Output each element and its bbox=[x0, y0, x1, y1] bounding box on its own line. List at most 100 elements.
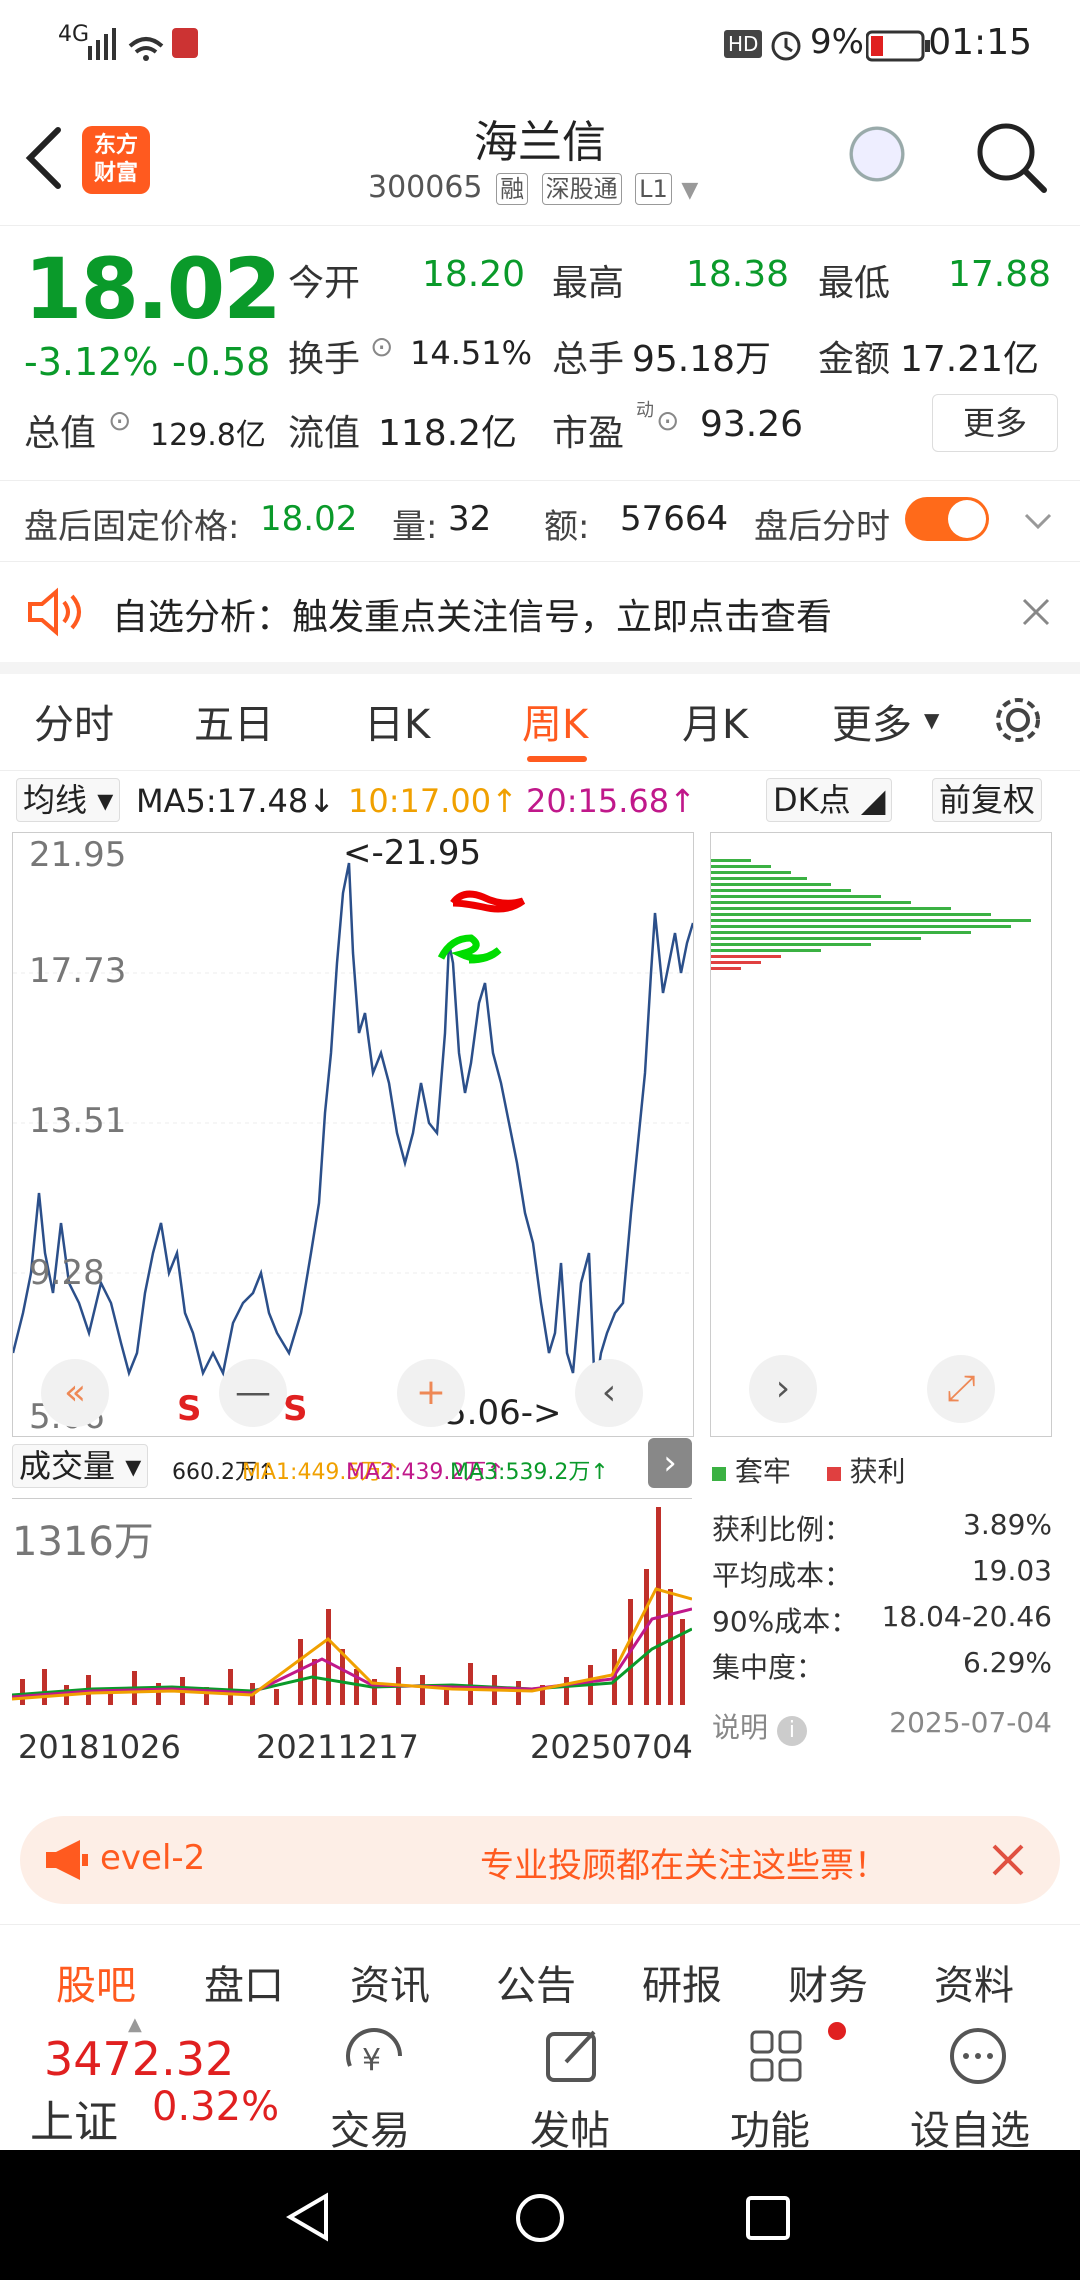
promo-level-label: evel-2 bbox=[100, 1838, 206, 1878]
price-adjust-button[interactable]: 前复权 bbox=[932, 778, 1043, 822]
dropdown-triangle-icon[interactable]: ▼ bbox=[681, 178, 698, 203]
close-icon[interactable] bbox=[1020, 596, 1052, 628]
float-cap-value: 118.2亿 bbox=[378, 413, 518, 454]
float-cap-label: 流值 bbox=[288, 413, 361, 454]
tab-more[interactable]: 更多 bbox=[832, 692, 912, 750]
trade-button-label[interactable]: 交易 bbox=[330, 2098, 410, 2156]
volume-label: 总手 bbox=[552, 339, 625, 380]
compose-post-icon[interactable] bbox=[544, 2026, 604, 2086]
functions-button-label[interactable]: 功能 bbox=[730, 2098, 810, 2156]
ma-type-select[interactable]: 均线 ▾ bbox=[16, 778, 121, 822]
current-price: 18.02 bbox=[24, 240, 282, 338]
after-amt-label: 额: bbox=[544, 507, 590, 547]
expand-icon[interactable]: ⤢ bbox=[927, 1355, 995, 1423]
chevron-right-icon[interactable]: › bbox=[749, 1355, 817, 1423]
functions-grid-icon[interactable] bbox=[746, 2026, 806, 2086]
open-label: 今开 bbox=[288, 263, 361, 304]
after-qty-label: 量: bbox=[392, 507, 438, 547]
hd-badge: HD bbox=[724, 30, 763, 58]
add-watchlist-button-label[interactable]: 设自选 bbox=[910, 2098, 1030, 2156]
tab-orderbook[interactable]: 盘口 bbox=[204, 1953, 284, 2011]
tab-research[interactable]: 研报 bbox=[642, 1953, 722, 2011]
after-hours-bar: 盘后固定价格: 18.02 量: 32 额: 57664 盘后分时 bbox=[0, 480, 1080, 562]
tab-profile[interactable]: 资料 bbox=[934, 1953, 1014, 2011]
volume-max-label: 1316万 bbox=[12, 1519, 154, 1565]
amount-value: 17.21亿 bbox=[900, 339, 1040, 380]
dk-point-select[interactable]: DK点 ◢ bbox=[766, 778, 893, 822]
ma5-value: MA5:17.48↓ bbox=[136, 782, 336, 820]
low-label: 最低 bbox=[818, 263, 891, 304]
megaphone-icon bbox=[46, 1840, 88, 1880]
chip-legend: 套牢 获利 bbox=[712, 1450, 905, 1490]
chip-stat-row: 90%成本： 18.04-20.46 bbox=[712, 1600, 1052, 1638]
tab-announcements[interactable]: 公告 bbox=[496, 1953, 576, 2011]
turnover-value: 14.51% bbox=[410, 334, 533, 372]
market-cap-label: 总值 bbox=[24, 413, 97, 454]
chip-stat-row: 获利比例： 3.89% bbox=[712, 1508, 1052, 1546]
chip-note-link[interactable]: 说明 bbox=[712, 1711, 768, 1744]
chip-distribution-chart[interactable]: › ⤢ bbox=[710, 832, 1052, 1437]
tab-intraday[interactable]: 分时 bbox=[34, 692, 114, 750]
after-hours-toggle[interactable] bbox=[905, 497, 989, 541]
pe-value: 93.26 bbox=[700, 404, 804, 445]
tab-weekly-k[interactable]: 周K bbox=[522, 692, 588, 750]
index-name: 上证 bbox=[30, 2097, 118, 2148]
tag-margin: 融 bbox=[496, 173, 529, 205]
after-toggle-label: 盘后分时 bbox=[754, 507, 890, 547]
system-navigation-bar bbox=[0, 2150, 1080, 2280]
scroll-left-icon[interactable]: « bbox=[41, 1359, 109, 1427]
chip-distribution-plot bbox=[711, 859, 1031, 970]
signal-banner[interactable]: 自选分析：触发重点关注信号，立即点击查看 bbox=[0, 562, 1080, 674]
trade-icon[interactable]: ¥ bbox=[340, 2026, 410, 2092]
volume-type-select[interactable]: 成交量 ▾ bbox=[12, 1444, 149, 1488]
post-button-label[interactable]: 发帖 bbox=[530, 2098, 610, 2156]
notification-dot bbox=[828, 2022, 846, 2040]
tab-daily-k[interactable]: 日K bbox=[364, 692, 430, 750]
home-circle-icon[interactable] bbox=[514, 2192, 566, 2244]
info-dots-icon[interactable]: ⊙ bbox=[108, 404, 131, 437]
scroll-back-icon[interactable]: ‹ bbox=[575, 1359, 643, 1427]
tag-level: L1 bbox=[635, 173, 672, 205]
tab-more-dropdown-icon[interactable]: ▼ bbox=[924, 708, 939, 732]
pe-label: 市盈 bbox=[552, 413, 625, 454]
close-icon[interactable] bbox=[988, 1842, 1028, 1878]
y-label-2: 17.73 bbox=[29, 951, 127, 991]
tab-forum[interactable]: 股吧 bbox=[56, 1953, 136, 2011]
info-dots-icon[interactable]: ⊙ bbox=[370, 330, 393, 363]
info-dots-icon[interactable]: ⊙ bbox=[656, 404, 679, 437]
zoom-out-icon[interactable]: — bbox=[219, 1359, 287, 1427]
tab-five-day[interactable]: 五日 bbox=[194, 692, 274, 750]
collapse-panel-icon[interactable]: › bbox=[648, 1438, 692, 1488]
turnover-label: 换手 bbox=[288, 339, 361, 380]
weekly-k-chart[interactable]: 21.95 17.73 13.51 9.28 5.06 <-21.95 5.06… bbox=[12, 832, 694, 1437]
index-percent: 0.32% bbox=[152, 2084, 280, 2130]
volume-chart[interactable]: 1316万 bbox=[12, 1498, 692, 1711]
open-value: 18.20 bbox=[422, 254, 526, 295]
gear-icon[interactable] bbox=[990, 692, 1046, 748]
zoom-in-icon[interactable]: + bbox=[397, 1359, 465, 1427]
search-icon[interactable] bbox=[974, 120, 1050, 196]
tab-news[interactable]: 资讯 bbox=[350, 1953, 430, 2011]
chevron-down-icon[interactable] bbox=[1022, 509, 1054, 533]
high-value: 18.38 bbox=[686, 254, 790, 295]
status-bar: 4G HD 9% 01:15 bbox=[0, 0, 1080, 90]
y-label-4: 9.28 bbox=[29, 1253, 105, 1293]
level2-promo-banner[interactable]: evel-2 专业投顾都在关注这些票！ bbox=[20, 1816, 1060, 1904]
volume-ma3: MA3:539.2万↑ bbox=[450, 1460, 609, 1485]
battery-icon bbox=[866, 30, 930, 62]
promo-message: 专业投顾都在关注这些票！ bbox=[480, 1846, 888, 1886]
recents-square-icon[interactable] bbox=[744, 2194, 792, 2242]
svg-text:¥: ¥ bbox=[362, 2043, 381, 2078]
tab-monthly-k[interactable]: 月K bbox=[682, 692, 748, 750]
more-options-icon[interactable] bbox=[946, 2026, 1010, 2090]
more-quote-button[interactable]: 更多 bbox=[932, 394, 1058, 452]
back-triangle-icon[interactable] bbox=[284, 2192, 334, 2242]
tag-connect: 深股通 bbox=[541, 173, 622, 205]
index-ticker[interactable]: ▲ 3472.32 上证 0.32% bbox=[0, 2014, 280, 2150]
sell-signal: S bbox=[177, 1389, 202, 1429]
ma20-value: 20:15.68↑ bbox=[526, 782, 696, 820]
tab-financials[interactable]: 财务 bbox=[788, 1953, 868, 2011]
assistant-avatar-icon[interactable] bbox=[845, 122, 925, 202]
stock-header: 东方 财富 海兰信 300065 融 深股通 L1 ▼ bbox=[0, 90, 1080, 226]
info-icon[interactable]: i bbox=[776, 1716, 807, 1746]
